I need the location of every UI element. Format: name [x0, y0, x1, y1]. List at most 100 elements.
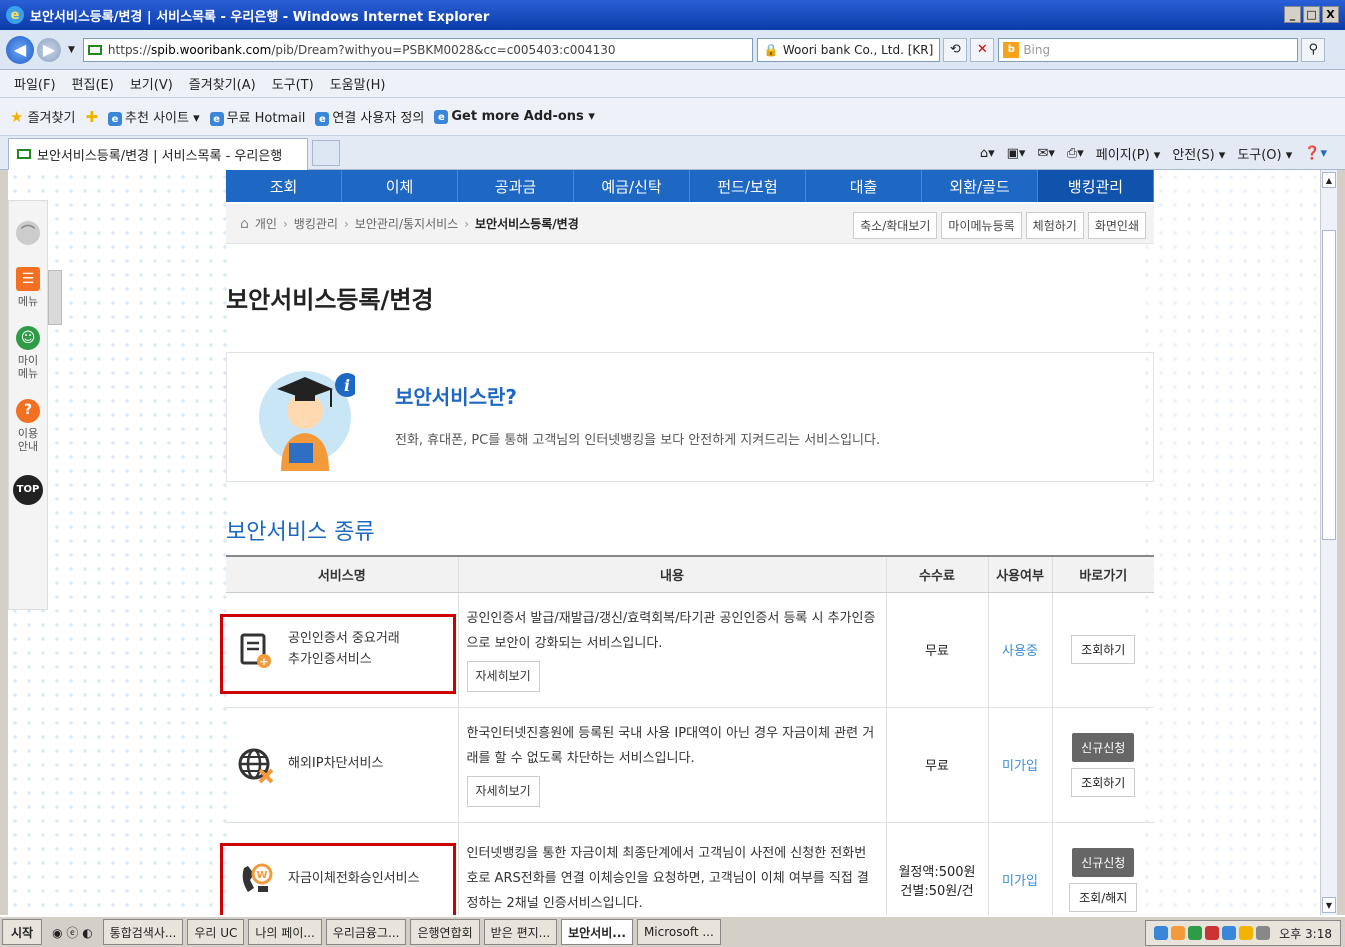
stop-button[interactable]: ✕ [970, 37, 995, 62]
quick-item-menu[interactable]: ☰ 메뉴 [16, 267, 40, 308]
quick-item-mymenu[interactable]: ☺ 마이메뉴 [15, 326, 41, 380]
inquiry-button[interactable]: 조회하기 [1071, 767, 1136, 797]
taskbar-item-active[interactable]: 보안서비... [561, 919, 633, 945]
nav-deposit[interactable]: 예금/신탁 [574, 170, 690, 202]
taskbar-item[interactable]: 나의 페이... [248, 919, 322, 945]
zoom-button[interactable]: 축소/확대보기 [853, 212, 938, 239]
menu-favorites[interactable]: 즐겨찾기(A) [189, 74, 256, 93]
nav-utility[interactable]: 공과금 [458, 170, 574, 202]
apply-button[interactable]: 신규신청 [1072, 847, 1135, 877]
tray-icon[interactable] [1256, 926, 1271, 940]
taskbar-item[interactable]: 받은 편지... [483, 919, 558, 945]
usage-status[interactable]: 사용중 [987, 592, 1052, 708]
search-button[interactable]: ⚲ [1301, 37, 1326, 62]
print-icon[interactable]: ⎙▾ [1067, 146, 1084, 161]
tray-icon[interactable] [1222, 926, 1237, 940]
taskbar-item[interactable]: 은행연합회 [410, 919, 480, 945]
inquiry-cancel-button[interactable]: 조회/해지 [1069, 882, 1138, 912]
new-tab-button[interactable] [312, 139, 340, 166]
help-icon[interactable]: ❓▾ [1304, 146, 1327, 161]
fav-item-suggested[interactable]: e 추천 사이트 ▾ [108, 107, 200, 127]
add-mymenu-button[interactable]: 마이메뉴등록 [941, 212, 1022, 239]
service-description: 공인인증서 발급/재발급/갱신/효력회복/타기관 공인인증서 등록 시 추가인증… [466, 611, 876, 652]
apply-button[interactable]: 신규신청 [1072, 732, 1135, 762]
mail-icon[interactable]: ✉▾ [1037, 146, 1054, 161]
cmd-safety[interactable]: 안전(S) ▾ [1172, 144, 1225, 163]
fav-item-label: 무료 Hotmail [226, 110, 306, 126]
nav-banking-mgmt[interactable]: 뱅킹관리 [1038, 170, 1154, 202]
tab-current[interactable]: 보안서비스등록/변경 | 서비스목록 - 우리은행 [8, 137, 308, 170]
usage-status[interactable]: 미가입 [987, 822, 1052, 915]
nav-transfer[interactable]: 이체 [342, 170, 458, 202]
fav-item-addons[interactable]: e Get more Add-ons ▾ [434, 109, 595, 125]
home-icon[interactable]: ⌂ [240, 216, 249, 232]
nav-loan[interactable]: 대출 [806, 170, 922, 202]
favorites-button[interactable]: ★ 즐겨찾기 [10, 107, 75, 126]
try-button[interactable]: 체험하기 [1025, 212, 1084, 239]
fav-item-hotmail[interactable]: e 무료 Hotmail [209, 107, 306, 127]
breadcrumb-item[interactable]: 개인 [255, 215, 277, 232]
search-input[interactable]: b Bing [998, 37, 1299, 62]
top-button[interactable]: TOP [13, 474, 43, 505]
usage-status[interactable]: 미가입 [987, 707, 1052, 823]
add-favorite-icon[interactable]: ✚ [85, 108, 98, 126]
print-button[interactable]: 화면인쇄 [1087, 212, 1146, 239]
scroll-up-icon[interactable]: ▲ [1322, 172, 1336, 188]
vertical-scrollbar[interactable]: ▲ ▼ [1320, 170, 1337, 915]
close-button[interactable]: X [1322, 6, 1339, 23]
intro-box: i 보안서비스란? 전화, 휴대폰, PC를 통해 고객님의 인터넷뱅킹을 보다… [226, 352, 1154, 482]
breadcrumb-item[interactable]: 뱅킹관리 [294, 215, 338, 232]
service-name-cell: 해외IP차단서비스 [226, 707, 458, 823]
tray-icon[interactable] [1154, 926, 1169, 940]
fav-item-custom-links[interactable]: e 연결 사용자 정의 [315, 107, 424, 127]
breadcrumb-item[interactable]: 보안관리/통지서비스 [355, 215, 458, 232]
quicklaunch-icons[interactable]: ◉ ⓔ ◐ [46, 919, 99, 945]
menu-edit[interactable]: 편집(E) [72, 74, 114, 93]
service-desc-cell: 공인인증서 발급/재발급/갱신/효력회복/타기관 공인인증서 등록 시 추가인증… [457, 592, 886, 708]
service-description: 한국인터넷진흥원에 등록된 국내 사용 IP대역이 아닌 경우 자금이체 관련 … [466, 726, 875, 767]
tray-icon[interactable] [1171, 926, 1186, 940]
url-host: spib.wooribank.com [150, 42, 272, 57]
menu-file[interactable]: 파일(F) [14, 74, 56, 93]
menu-help[interactable]: 도움말(H) [330, 74, 386, 93]
taskbar-item[interactable]: 통합검색사... [102, 919, 184, 945]
quick-item-guide[interactable]: ? 이용안내 [15, 398, 41, 453]
nav-fx[interactable]: 외환/골드 [922, 170, 1038, 202]
start-button[interactable]: 시작 [2, 919, 43, 945]
quick-item-label: 이용안내 [17, 426, 39, 453]
nav-fund[interactable]: 펀드/보험 [690, 170, 806, 202]
menu-view[interactable]: 보기(V) [130, 74, 173, 93]
detail-button[interactable]: 자세히보기 [466, 660, 540, 692]
tray-icon[interactable] [1188, 926, 1203, 940]
forward-button[interactable]: ▶ [37, 37, 61, 62]
fee-line: 건별:50원/건 [900, 883, 974, 899]
maximize-button[interactable]: □ [1303, 6, 1320, 23]
quick-toggle[interactable]: ⌒ [16, 221, 40, 249]
refresh-button[interactable]: ⟲ [943, 37, 968, 62]
inquiry-button[interactable]: 조회하기 [1071, 635, 1136, 664]
cmd-tools[interactable]: 도구(O) ▾ [1237, 144, 1292, 163]
taskbar-item[interactable]: 우리금융그... [325, 919, 407, 945]
security-report[interactable]: 🔒 Woori bank Co., Ltd. [KR] [756, 37, 941, 62]
address-input[interactable]: https://spib.wooribank.com/pib/Dream?wit… [82, 37, 753, 62]
taskbar: 시작 ◉ ⓔ ◐ 통합검색사... 우리 UC 나의 페이... 우리금융그..… [0, 915, 1345, 947]
cmd-page[interactable]: 페이지(P) ▾ [1096, 144, 1161, 163]
home-icon[interactable]: ⌂▾ [980, 146, 995, 161]
history-dropdown-icon[interactable]: ▼ [68, 45, 75, 55]
tray-icon[interactable] [1205, 926, 1220, 940]
taskbar-item[interactable]: 우리 UC [187, 919, 245, 945]
menu-tools[interactable]: 도구(T) [272, 74, 314, 93]
minimize-button[interactable]: _ [1284, 6, 1301, 23]
nav-inquiry[interactable]: 조회 [226, 170, 342, 202]
scroll-down-icon[interactable]: ▼ [1322, 897, 1336, 913]
tray-icon[interactable] [1239, 926, 1254, 940]
quick-menu-handle[interactable] [48, 270, 62, 325]
feeds-icon[interactable]: ▣▾ [1007, 146, 1026, 161]
intro-title: 보안서비스란? [395, 385, 518, 409]
tab-title: 보안서비스등록/변경 | 서비스목록 - 우리은행 [37, 148, 283, 164]
scroll-thumb[interactable] [1322, 230, 1336, 540]
taskbar-item[interactable]: Microsoft ... [636, 919, 721, 945]
detail-button[interactable]: 자세히보기 [466, 775, 540, 807]
back-button[interactable]: ◀ [6, 35, 34, 64]
background-pattern [1140, 170, 1320, 915]
